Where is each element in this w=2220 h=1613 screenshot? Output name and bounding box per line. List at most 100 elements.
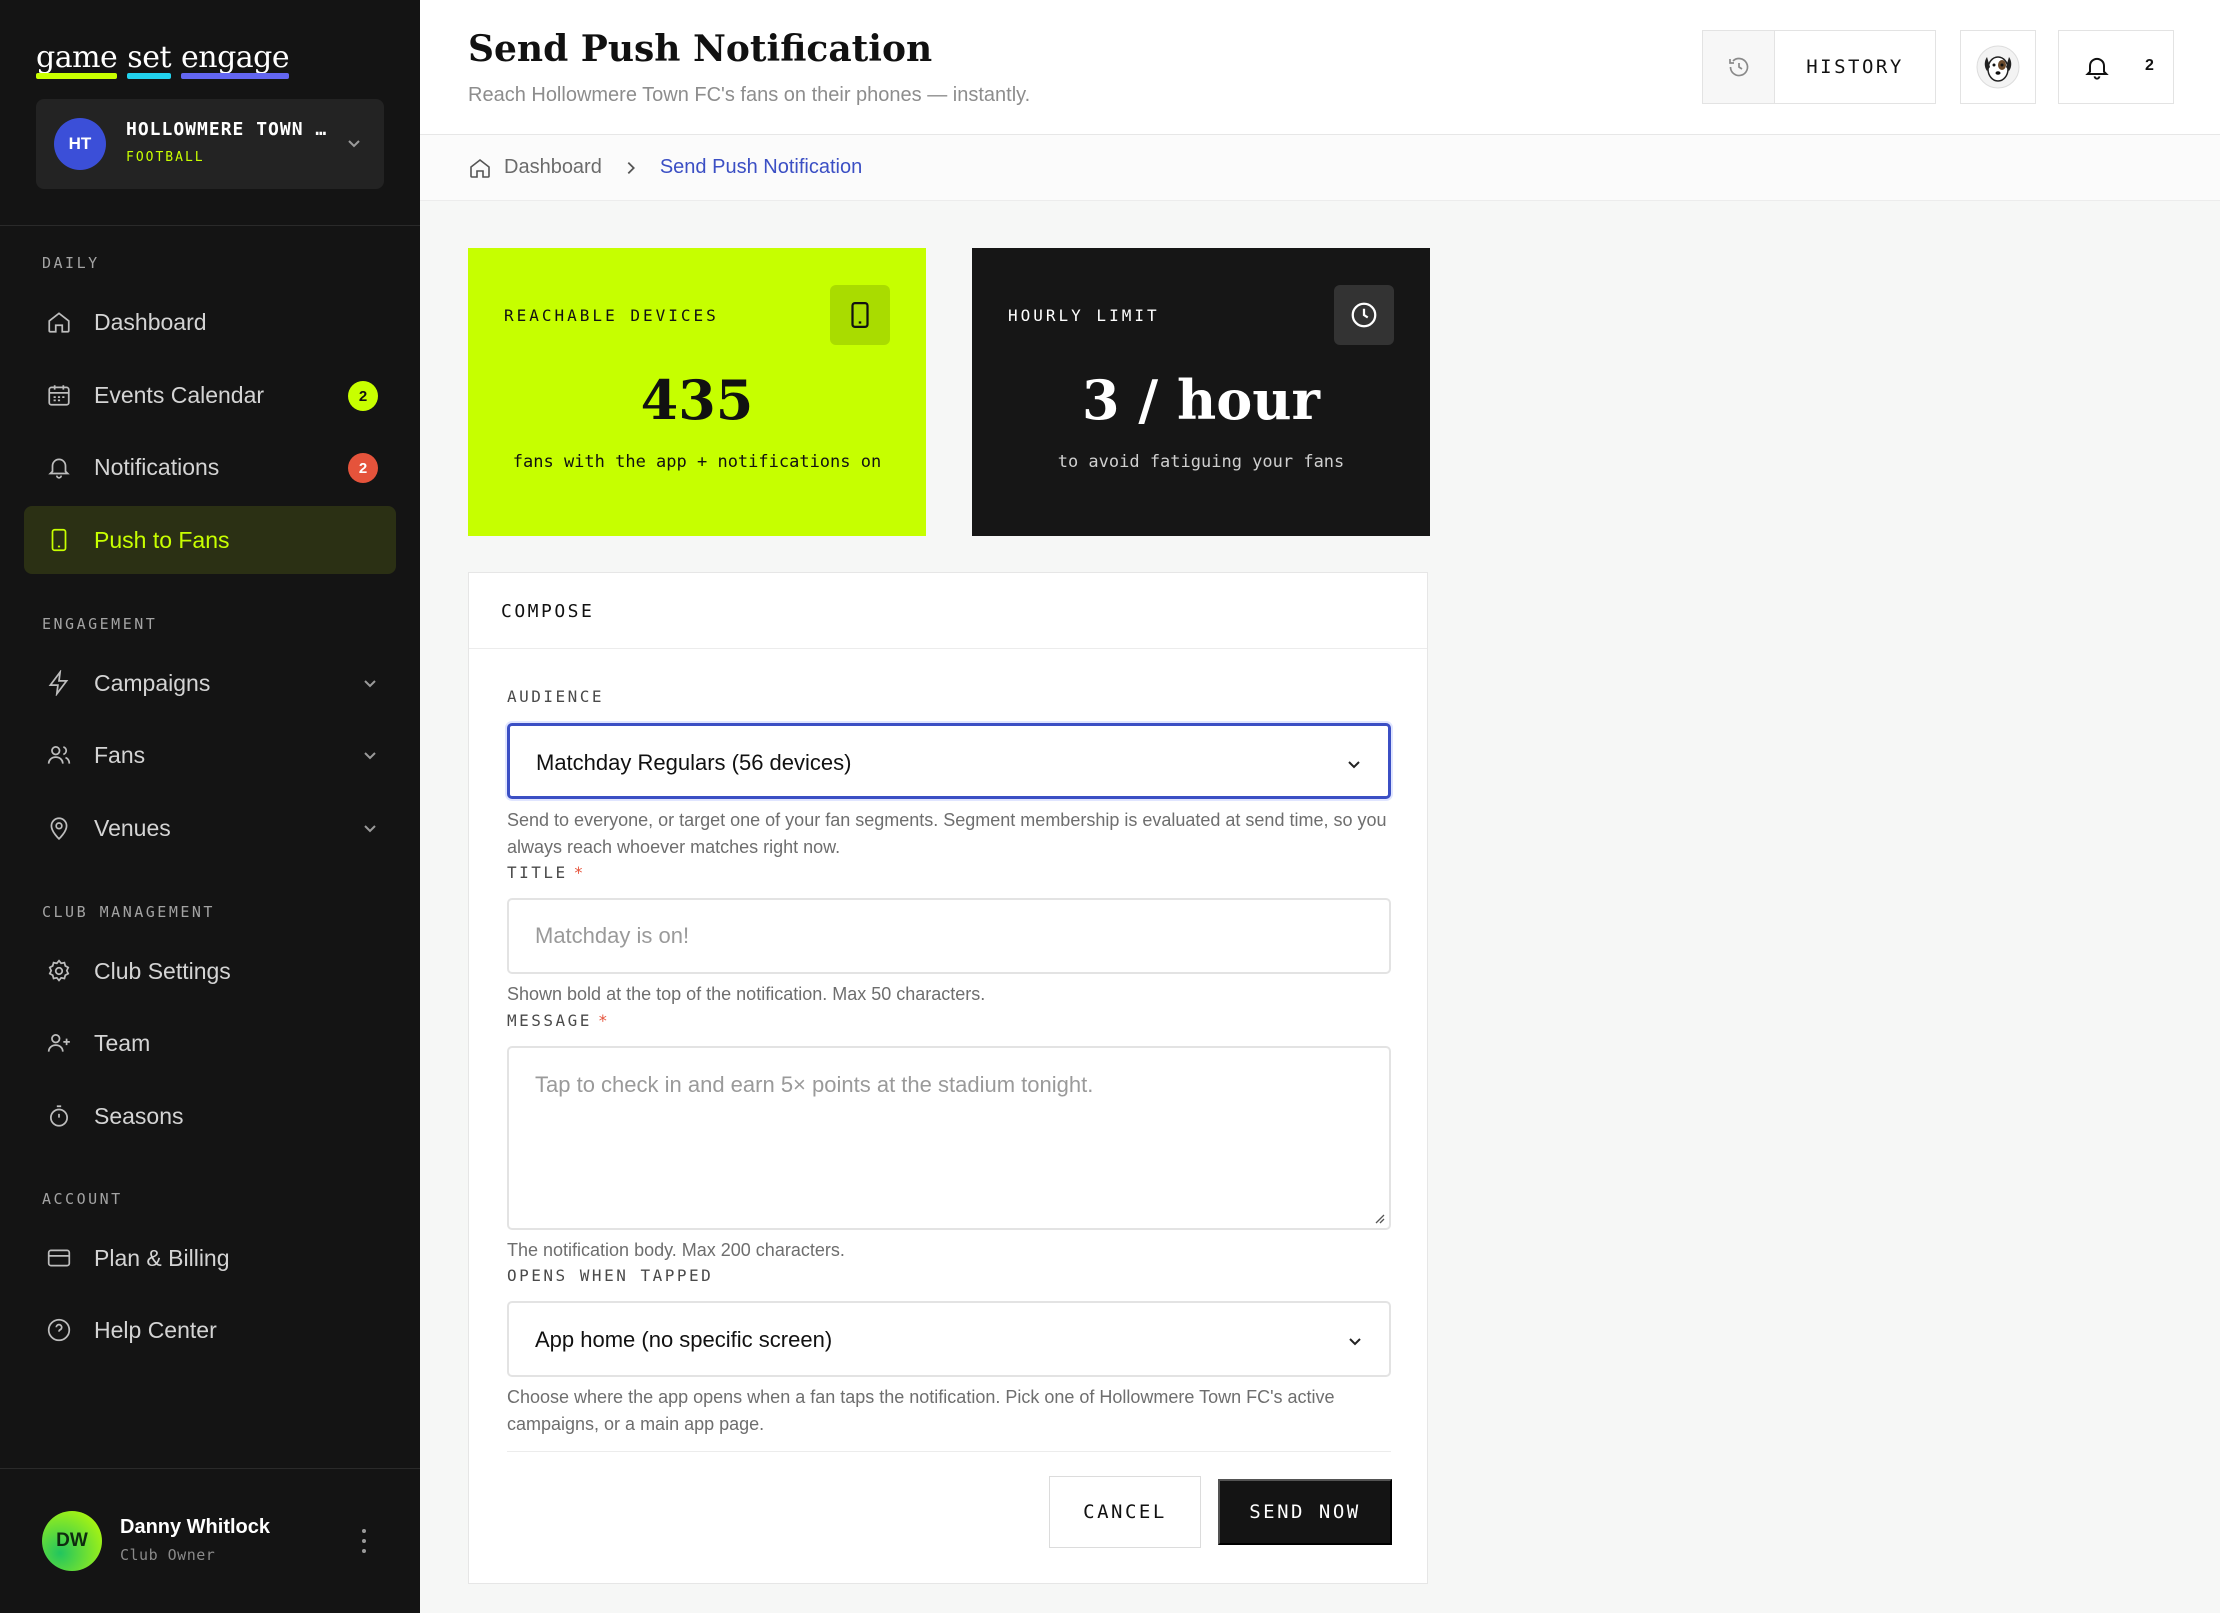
profile-avatar-button[interactable] — [1960, 30, 2036, 104]
bell-icon — [2085, 57, 2109, 80]
sidebar-item-dashboard[interactable]: Dashboard — [24, 288, 396, 356]
notification-count: 2 — [2145, 57, 2154, 74]
form-divider — [507, 1451, 1391, 1452]
sidebar-item-events-calendar[interactable]: Events Calendar 2 — [24, 361, 396, 429]
sidebar-item-label: Notifications — [94, 453, 220, 480]
phone-icon — [44, 525, 74, 555]
section-label-account: ACCOUNT — [42, 1190, 123, 1208]
notifications-badge: 2 — [348, 453, 378, 483]
credit-card-icon — [44, 1243, 74, 1273]
opens-label: OPENS WHEN TAPPED — [507, 1266, 714, 1285]
more-vertical-icon[interactable] — [352, 1524, 376, 1558]
opens-select[interactable]: App home (no specific screen) — [507, 1301, 1391, 1377]
stat-label: HOURLY LIMIT — [1008, 306, 1160, 325]
club-switcher[interactable]: HT HOLLOWMERE TOWN FC FOOTBALL — [36, 99, 384, 189]
compose-header: COMPOSE — [469, 573, 1427, 649]
reachable-devices-card: REACHABLE DEVICES 435 fans with the app … — [468, 248, 926, 536]
page-header: Send Push Notification Reach Hollowmere … — [420, 0, 2220, 135]
sidebar-item-fans[interactable]: Fans — [24, 721, 396, 789]
user-avatar[interactable]: DW — [42, 1511, 102, 1571]
audience-select[interactable]: Matchday Regulars (56 devices) — [507, 723, 1391, 799]
notifications-button[interactable]: 2 — [2058, 30, 2174, 104]
message-textarea[interactable] — [509, 1048, 1389, 1228]
sidebar-item-campaigns[interactable]: Campaigns — [24, 649, 396, 717]
required-marker: * — [573, 863, 586, 882]
message-help: The notification body. Max 200 character… — [507, 1240, 845, 1260]
chevron-down-icon — [364, 825, 376, 833]
section-label-daily: DAILY — [42, 254, 100, 272]
sidebar-item-label: Plan & Billing — [94, 1244, 230, 1271]
chevron-down-icon — [364, 752, 376, 760]
history-icon — [1703, 31, 1775, 103]
sidebar-item-label: Push to Fans — [94, 526, 230, 553]
page-subtitle: Reach Hollowmere Town FC's fans on their… — [468, 84, 1031, 106]
audience-help: Send to everyone, or target one of your … — [507, 810, 1387, 857]
clock-icon — [1334, 285, 1394, 345]
phone-icon — [830, 285, 890, 345]
stat-value: 435 — [640, 368, 754, 432]
sidebar-item-seasons[interactable]: Seasons — [24, 1082, 396, 1150]
opens-value: App home (no specific screen) — [535, 1327, 833, 1352]
audience-label: AUDIENCE — [507, 687, 605, 706]
user-name: Danny Whitlock — [120, 1516, 271, 1538]
compose-card: COMPOSE AUDIENCE Matchday Regulars (56 d… — [468, 572, 1428, 1584]
home-icon — [44, 307, 74, 337]
breadcrumb-dashboard-link[interactable]: Dashboard — [504, 156, 602, 179]
audience-value: Matchday Regulars (56 devices) — [536, 750, 852, 775]
gear-icon — [44, 956, 74, 986]
events-badge: 2 — [348, 381, 378, 411]
map-pin-icon — [44, 813, 74, 843]
bolt-icon — [44, 668, 74, 698]
sidebar-item-team[interactable]: Team — [24, 1009, 396, 1077]
user-role: Club Owner — [120, 1546, 216, 1564]
sidebar-item-club-settings[interactable]: Club Settings — [24, 937, 396, 1005]
sidebar-item-help-center[interactable]: Help Center — [24, 1296, 396, 1364]
opens-help: Choose where the app opens when a fan ta… — [507, 1387, 1335, 1434]
sidebar-item-label: Fans — [94, 741, 146, 768]
sidebar-item-label: Venues — [94, 814, 171, 841]
resize-handle-icon[interactable] — [1371, 1210, 1385, 1224]
compose-title: COMPOSE — [501, 601, 595, 622]
title-help: Shown bold at the top of the notificatio… — [507, 984, 986, 1004]
send-now-button[interactable]: SEND NOW — [1218, 1479, 1392, 1545]
sidebar-item-label: Events Calendar — [94, 381, 265, 408]
stat-note: to avoid fatiguing your fans — [1057, 452, 1345, 472]
stopwatch-icon — [44, 1101, 74, 1131]
sidebar-item-label: Seasons — [94, 1102, 184, 1129]
sidebar-item-plan-billing[interactable]: Plan & Billing — [24, 1224, 396, 1292]
brand-logo[interactable]: game set engage — [36, 40, 299, 80]
chevron-down-icon — [1349, 1338, 1361, 1346]
title-label: TITLE * — [507, 863, 586, 882]
sidebar-item-label: Campaigns — [94, 669, 211, 696]
history-button[interactable]: HISTORY — [1702, 30, 1936, 104]
chevron-down-icon — [1348, 761, 1360, 769]
help-circle-icon — [44, 1315, 74, 1345]
stat-value: 3 / hour — [1082, 368, 1320, 432]
hourly-limit-card: HOURLY LIMIT 3 / hour to avoid fatiguing… — [972, 248, 1430, 536]
message-field[interactable] — [507, 1046, 1391, 1230]
title-input[interactable] — [509, 900, 1389, 972]
page-title: Send Push Notification — [468, 28, 933, 70]
breadcrumb: Dashboard Send Push Notification — [420, 135, 2220, 201]
sidebar: game set engage HT HOLLOWMERE TOWN FC FOOT… — [0, 0, 420, 1613]
breadcrumb-current: Send Push Notification — [659, 156, 863, 178]
sidebar-item-label: Help Center — [94, 1316, 217, 1343]
club-sport: FOOTBALL — [126, 150, 205, 165]
required-marker: * — [597, 1011, 611, 1030]
home-icon[interactable] — [468, 156, 492, 180]
club-avatar: HT — [54, 118, 106, 170]
sidebar-item-venues[interactable]: Venues — [24, 794, 396, 862]
cancel-button[interactable]: CANCEL — [1049, 1476, 1201, 1548]
sidebar-item-notifications[interactable]: Notifications 2 — [24, 433, 396, 501]
history-label: HISTORY — [1806, 56, 1904, 78]
chevron-right-icon — [627, 161, 635, 174]
calendar-icon — [44, 380, 74, 410]
sidebar-item-push-to-fans[interactable]: Push to Fans — [24, 506, 396, 574]
users-icon — [44, 740, 74, 770]
title-field[interactable] — [507, 898, 1391, 974]
sidebar-divider — [0, 1468, 420, 1469]
user-plus-icon — [44, 1028, 74, 1058]
message-label: MESSAGE * — [507, 1011, 611, 1030]
section-label-club-management: CLUB MANAGEMENT — [42, 903, 215, 921]
stat-note: fans with the app + notifications on — [512, 452, 882, 472]
